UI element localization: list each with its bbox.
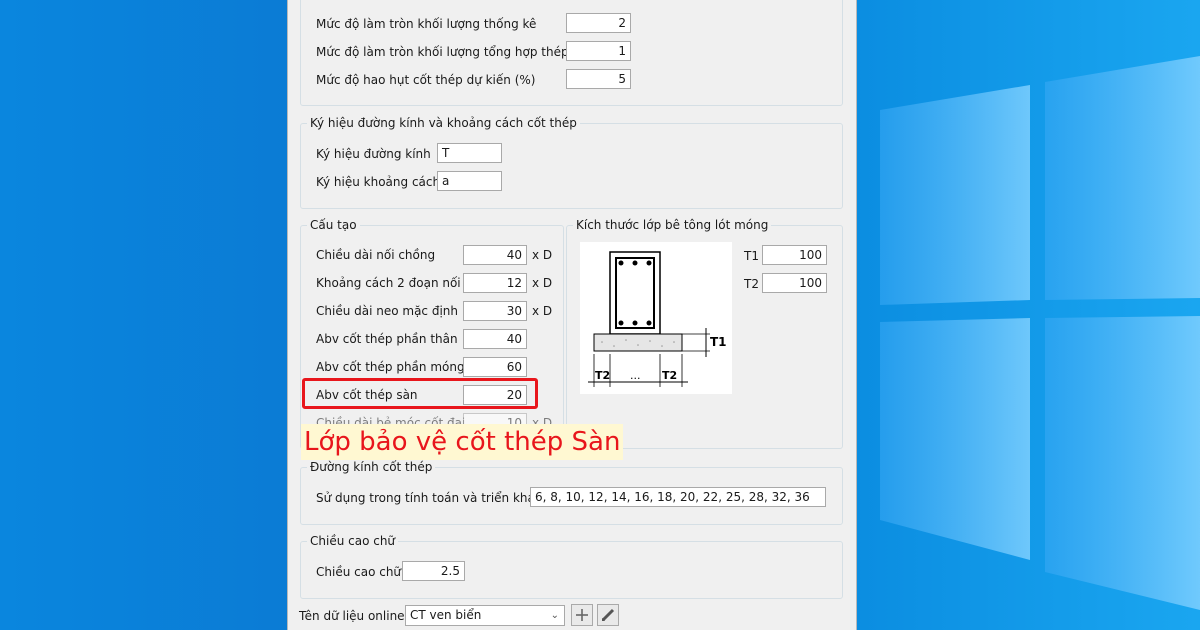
detail-row-input[interactable]: 60	[463, 357, 527, 377]
add-online-data-button[interactable]	[571, 604, 593, 626]
annotation-caption: Lớp bảo vệ cốt thép Sàn	[301, 424, 624, 460]
diagram-dots-text: ...	[630, 369, 641, 382]
symbols-group-title: Ký hiệu đường kính và khoảng cách cốt th…	[307, 116, 580, 130]
online-data-select[interactable]: CT ven biển ⌄	[405, 605, 565, 626]
online-data-selected: CT ven biển	[410, 608, 482, 622]
round-stat-label: Mức độ làm tròn khối lượng thống kê	[316, 17, 537, 31]
highlight-box	[302, 378, 538, 409]
detail-row-input[interactable]: 12	[463, 273, 527, 293]
round-total-label: Mức độ làm tròn khối lượng tổng hợp thép	[316, 45, 569, 59]
round-total-input[interactable]: 1	[566, 41, 631, 61]
rebar-diameters-label: Sử dụng trong tính toán và triển khai	[316, 491, 539, 505]
online-data-label: Tên dữ liệu online	[299, 609, 405, 623]
waste-label: Mức độ hao hụt cốt thép dự kiến (%)	[316, 73, 536, 87]
plus-icon	[576, 609, 588, 621]
waste-input[interactable]: 5	[566, 69, 631, 89]
windows-logo	[880, 56, 1200, 610]
text-height-label: Chiều cao chữ	[316, 565, 402, 579]
footing-section-diagram: T1 T2 ... T2	[580, 242, 732, 394]
diagram-t2-left-text: T2	[595, 369, 610, 382]
rebar-diameters-input[interactable]: 6, 8, 10, 12, 14, 16, 18, 20, 22, 25, 28…	[530, 487, 826, 507]
detail-row-input[interactable]: 30	[463, 301, 527, 321]
diameter-symbol-label: Ký hiệu đường kính	[316, 147, 431, 161]
detail-row-unit: x D	[532, 276, 553, 290]
detail-row-unit: x D	[532, 248, 553, 262]
lean-concrete-group-title: Kích thước lớp bê tông lót móng	[573, 218, 772, 232]
detail-row-label: Abv cốt thép phần thân	[316, 332, 458, 346]
pencil-icon	[601, 608, 615, 622]
diameter-symbol-input[interactable]: T	[437, 143, 502, 163]
symbols-group: Ký hiệu đường kính và khoảng cách cốt th…	[300, 116, 843, 209]
round-stat-input[interactable]: 2	[566, 13, 631, 33]
t1-input[interactable]: 100	[762, 245, 827, 265]
rebar-diameters-title: Đường kính cốt thép	[307, 460, 436, 474]
spacing-symbol-label: Ký hiệu khoảng cách	[316, 175, 441, 189]
text-height-input[interactable]: 2.5	[402, 561, 465, 581]
detail-row-label: Chiều dài neo mặc định	[316, 304, 459, 318]
detail-row-label: Khoảng cách 2 đoạn nối	[316, 276, 461, 290]
t2-label: T2	[744, 277, 759, 291]
detail-group-title: Cấu tạo	[307, 218, 360, 232]
edit-online-data-button[interactable]	[597, 604, 619, 626]
diagram-t2-right-text: T2	[662, 369, 677, 382]
detail-row-label: Abv cốt thép phần móng	[316, 360, 465, 374]
t1-label: T1	[744, 249, 759, 263]
detail-row-unit: x D	[532, 304, 553, 318]
t2-input[interactable]: 100	[762, 273, 827, 293]
detail-row-input[interactable]: 40	[463, 329, 527, 349]
text-height-title: Chiều cao chữ	[307, 534, 399, 548]
chevron-down-icon: ⌄	[550, 610, 559, 621]
spacing-symbol-input[interactable]: a	[437, 171, 502, 191]
detail-row-input[interactable]: 40	[463, 245, 527, 265]
diagram-t1-text: T1	[710, 335, 727, 349]
detail-row-label: Chiều dài nối chồng	[316, 248, 436, 262]
